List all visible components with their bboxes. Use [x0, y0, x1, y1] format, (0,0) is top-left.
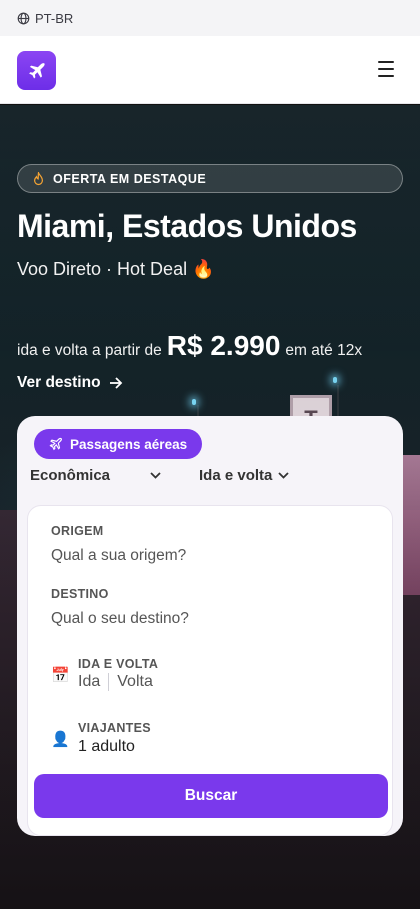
- logo[interactable]: [17, 51, 56, 90]
- featured-offer-badge: OFERTA EM DESTAQUE: [17, 164, 403, 193]
- calendar-icon: 📅: [51, 667, 70, 684]
- site-header: [0, 36, 420, 104]
- view-destination-link[interactable]: Ver destino: [17, 374, 123, 392]
- tab-flights[interactable]: Passagens aéreas: [34, 429, 203, 459]
- plane-icon: [49, 437, 63, 451]
- globe-icon: [17, 12, 30, 25]
- arrow-right-icon: [109, 377, 123, 389]
- search-button[interactable]: Buscar: [34, 774, 388, 818]
- origin-label: ORIGEM: [51, 524, 104, 538]
- destination-subtitle: Voo Direto · Hot Deal 🔥: [17, 259, 215, 279]
- price-suffix: em até 12x: [285, 342, 363, 359]
- travelers-label: VIAJANTES: [78, 721, 151, 735]
- origin-input[interactable]: [51, 543, 371, 569]
- language-selector[interactable]: PT-BR: [35, 11, 73, 26]
- language-bar: PT-BR: [0, 0, 420, 36]
- travelers-value: 1 adulto: [78, 738, 135, 755]
- trip-type-select[interactable]: Ida e volta: [199, 467, 289, 484]
- price-value: R$ 2.990: [166, 330, 281, 361]
- destination-title: Miami, Estados Unidos: [17, 208, 357, 244]
- dates-value: Ida Volta: [78, 673, 153, 691]
- depart-date[interactable]: Ida: [78, 673, 100, 691]
- person-icon: 👤: [51, 731, 70, 748]
- return-date[interactable]: Volta: [117, 673, 153, 691]
- price-prefix: ida e volta a partir de: [17, 342, 162, 359]
- destination-input[interactable]: [51, 606, 371, 632]
- destination-label: DESTINO: [51, 587, 109, 601]
- search-fields: ORIGEM DESTINO 📅 IDA E VOLTA Ida Volta 👤…: [27, 505, 393, 836]
- hamburger-icon[interactable]: [378, 61, 394, 77]
- cabin-class-select[interactable]: Econômica: [30, 467, 161, 484]
- flame-icon: [32, 171, 45, 186]
- chevron-down-icon: [150, 472, 161, 479]
- flight-search-card: Passagens aéreas Econômica Ida e volta O…: [17, 416, 403, 836]
- price-row: ida e volta a partir de R$ 2.990 em até …: [17, 330, 362, 362]
- dates-label: IDA E VOLTA: [78, 657, 159, 671]
- plane-icon: [27, 61, 47, 81]
- chevron-down-icon: [278, 472, 289, 479]
